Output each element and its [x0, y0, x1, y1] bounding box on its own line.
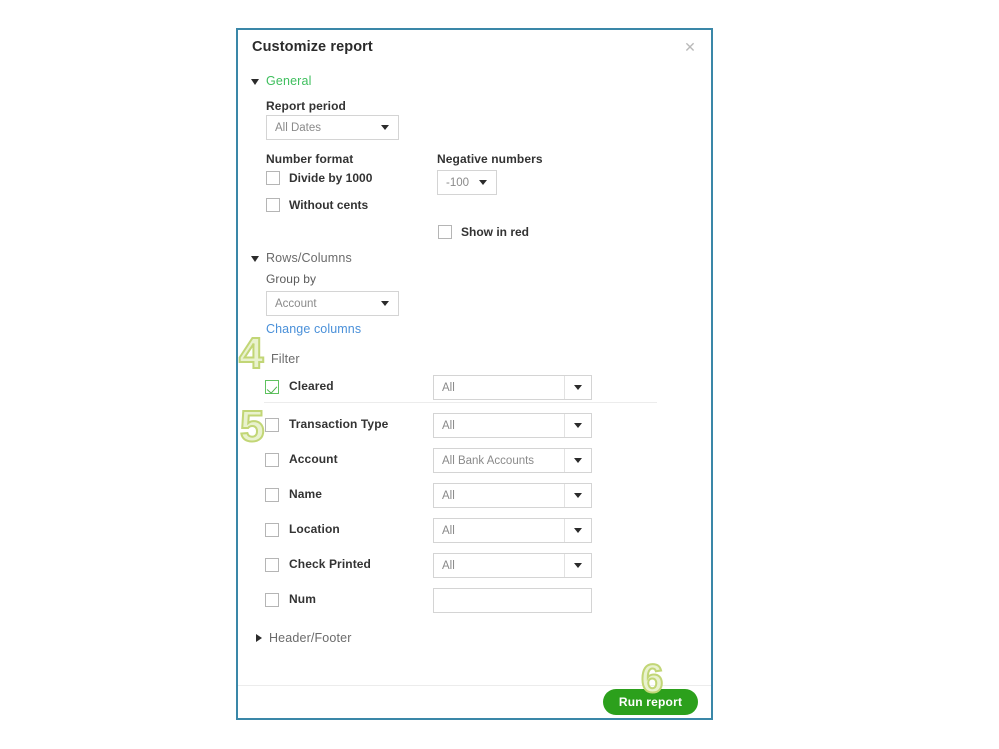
- filter-select[interactable]: All: [433, 553, 592, 578]
- filter-label: Num: [289, 592, 316, 606]
- show-in-red-row[interactable]: Show in red: [438, 225, 529, 239]
- filter-select[interactable]: All Bank Accounts: [433, 448, 592, 473]
- negative-numbers-value: -100: [446, 176, 470, 189]
- section-header-footer[interactable]: Header/Footer: [256, 631, 352, 645]
- divider: [264, 402, 657, 403]
- report-period-select[interactable]: All Dates: [266, 115, 399, 140]
- panel-header: Customize report ✕: [238, 30, 711, 66]
- section-general-label: General: [266, 74, 312, 88]
- filter-label: Name: [289, 487, 323, 501]
- report-period-label: Report period: [266, 99, 346, 113]
- report-period-value: All Dates: [275, 121, 322, 134]
- chevron-down-icon[interactable]: [564, 449, 591, 472]
- chevron-down-icon[interactable]: [564, 519, 591, 542]
- filter-row: Name All: [238, 483, 711, 508]
- filter-row: Transaction Type All: [238, 413, 711, 438]
- group-by-value: Account: [275, 297, 317, 310]
- filter-select[interactable]: All: [433, 413, 592, 438]
- group-by-label: Group by: [266, 272, 317, 286]
- filter-select[interactable]: All: [433, 483, 592, 508]
- chevron-down-icon: [381, 301, 389, 306]
- filter-select-value: All: [442, 489, 455, 502]
- filter-checkbox[interactable]: [265, 558, 279, 572]
- filter-select-value: All Bank Accounts: [442, 454, 535, 467]
- chevron-down-icon[interactable]: [564, 554, 591, 577]
- section-filter-label: Filter: [271, 352, 300, 366]
- without-cents-row[interactable]: Without cents: [266, 198, 368, 212]
- number-format-label: Number format: [266, 152, 354, 166]
- filter-label: Account: [289, 452, 338, 466]
- filter-label: Transaction Type: [289, 417, 389, 431]
- filter-select[interactable]: All: [433, 375, 592, 400]
- close-icon[interactable]: ✕: [682, 39, 698, 55]
- filter-checkbox[interactable]: [265, 418, 279, 432]
- chevron-down-icon: [256, 356, 264, 363]
- negative-numbers-label: Negative numbers: [437, 152, 543, 166]
- run-report-button[interactable]: Run report: [603, 689, 698, 715]
- negative-numbers-select[interactable]: -100: [437, 170, 497, 195]
- filter-select[interactable]: All: [433, 518, 592, 543]
- chevron-down-icon[interactable]: [564, 376, 591, 399]
- section-filter[interactable]: Filter: [256, 352, 300, 366]
- filter-checkbox[interactable]: [265, 523, 279, 537]
- filter-row: Account All Bank Accounts: [238, 448, 711, 473]
- filter-text-input[interactable]: [433, 588, 592, 613]
- filter-checkbox[interactable]: [265, 380, 279, 394]
- customize-report-panel: Customize report ✕ General Report period…: [236, 28, 713, 720]
- chevron-down-icon: [479, 180, 487, 185]
- filter-row: Cleared All: [238, 375, 711, 400]
- panel-body: General Report period All Dates Number f…: [238, 66, 711, 686]
- filter-select-value: All: [442, 419, 455, 432]
- chevron-right-icon: [256, 634, 262, 642]
- show-in-red-label: Show in red: [461, 225, 530, 239]
- section-general[interactable]: General: [251, 74, 312, 88]
- filter-select-value: All: [442, 381, 455, 394]
- section-rows-columns[interactable]: Rows/Columns: [251, 251, 352, 265]
- filter-label: Cleared: [289, 379, 334, 393]
- show-in-red-checkbox[interactable]: [438, 225, 452, 239]
- filter-select-value: All: [442, 524, 455, 537]
- change-columns-link[interactable]: Change columns: [266, 322, 361, 336]
- filter-checkbox[interactable]: [265, 593, 279, 607]
- filter-row: Num: [238, 588, 711, 613]
- filter-row: Location All: [238, 518, 711, 543]
- filter-label: Check Printed: [289, 557, 371, 571]
- without-cents-checkbox[interactable]: [266, 198, 280, 212]
- panel-footer: Run report: [238, 685, 711, 718]
- chevron-down-icon: [251, 78, 259, 85]
- filter-select-value: All: [442, 559, 455, 572]
- group-by-select[interactable]: Account: [266, 291, 399, 316]
- filter-checkbox[interactable]: [265, 453, 279, 467]
- filter-row: Check Printed All: [238, 553, 711, 578]
- chevron-down-icon: [381, 125, 389, 130]
- divide-by-1000-label: Divide by 1000: [289, 171, 373, 185]
- divide-by-1000-row[interactable]: Divide by 1000: [266, 171, 372, 185]
- section-rows-columns-label: Rows/Columns: [266, 251, 352, 265]
- filter-checkbox[interactable]: [265, 488, 279, 502]
- page-title: Customize report: [252, 39, 373, 55]
- chevron-down-icon[interactable]: [564, 414, 591, 437]
- section-header-footer-label: Header/Footer: [269, 631, 352, 645]
- without-cents-label: Without cents: [289, 198, 369, 212]
- filter-label: Location: [289, 522, 340, 536]
- divide-by-1000-checkbox[interactable]: [266, 171, 280, 185]
- chevron-down-icon: [251, 255, 259, 262]
- chevron-down-icon[interactable]: [564, 484, 591, 507]
